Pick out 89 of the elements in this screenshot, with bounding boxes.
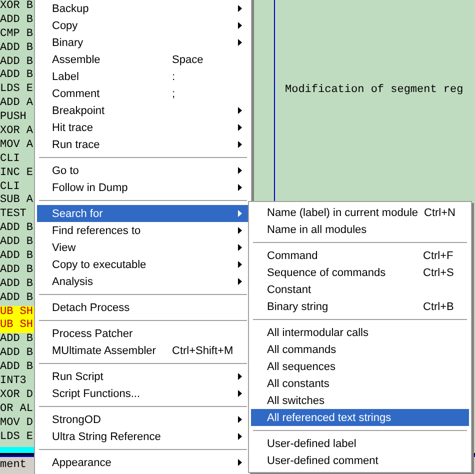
code-line: SUB A: [0, 194, 34, 208]
menu-item[interactable]: Binary string Ctrl+B: [251, 298, 469, 315]
submenu-arrow-icon: [238, 167, 243, 174]
menu-item[interactable]: All intermodular calls: [251, 324, 469, 341]
code-line: LDS E: [0, 430, 34, 444]
code-line: ADD B: [0, 222, 34, 236]
code-line: PUSH: [0, 111, 28, 126]
submenu-arrow-icon: [238, 244, 243, 251]
code-line: XOR B: [0, 0, 34, 14]
code-line: CMP B: [0, 28, 34, 42]
menu-item[interactable]: Appearance: [37, 454, 249, 471]
menu-item[interactable]: MUltimate Assembler Ctrl+Shift+M: [37, 342, 249, 359]
selected-line-highlight: [0, 447, 34, 453]
menu-item[interactable]: Script Functions...: [37, 385, 249, 402]
comment-text: Modification of segment reg: [285, 84, 464, 96]
submenu-arrow-icon: [238, 5, 243, 12]
code-line: MOV D: [0, 416, 34, 431]
menu-item[interactable]: Run Script: [37, 368, 249, 385]
menu-item[interactable]: Name in all modules: [251, 221, 469, 238]
menu-item[interactable]: All referenced text strings: [251, 409, 469, 426]
code-line: CLI: [0, 152, 21, 167]
code-line: OR AL: [0, 402, 34, 417]
menu-item[interactable]: Search for: [37, 205, 249, 222]
menu-item[interactable]: Find references to: [37, 222, 249, 239]
menu-item[interactable]: Binary: [37, 34, 249, 51]
submenu-arrow-icon: [238, 184, 243, 191]
menu-item[interactable]: Label :: [37, 68, 249, 85]
menu-item[interactable]: Follow in Dump: [37, 179, 249, 196]
menu-item[interactable]: Constant: [251, 281, 469, 298]
code-line: ADD B: [0, 56, 34, 70]
menu-item[interactable]: Assemble Space: [37, 51, 249, 68]
menu-item[interactable]: Process Patcher: [37, 325, 249, 342]
status-text: ment: [0, 459, 26, 471]
code-line: INT3: [0, 375, 28, 389]
submenu-arrow-icon: [238, 141, 243, 148]
submenu-arrow-icon: [238, 39, 243, 46]
code-line: LDS E: [0, 83, 34, 98]
menu-item[interactable]: User-defined comment: [251, 452, 469, 469]
code-line: ADD B: [0, 42, 34, 56]
code-line: ADD B: [0, 333, 34, 348]
submenu-arrow-icon: [238, 373, 243, 380]
submenu-arrow-icon: [238, 416, 243, 423]
code-line: ADD B: [0, 250, 34, 264]
code-line: ADD B: [0, 361, 34, 376]
code-line: INC E: [0, 166, 34, 181]
code-line: ADD B: [0, 236, 34, 250]
submenu-arrow-icon: [238, 390, 243, 397]
submenu-arrow-icon: [238, 278, 243, 285]
code-line: ADD B: [0, 14, 34, 28]
menu-item[interactable]: Sequence of commands Ctrl+S: [251, 264, 469, 281]
code-line: XOR A: [0, 125, 34, 139]
menu-item[interactable]: All commands: [251, 341, 469, 358]
code-line: ADD B: [0, 292, 34, 306]
menu-item[interactable]: View: [37, 239, 249, 256]
submenu-arrow-icon: [238, 107, 243, 114]
menu-item[interactable]: Analysis: [37, 273, 249, 290]
code-line: TEST: [0, 208, 28, 222]
menu-item[interactable]: Hit trace: [37, 119, 249, 136]
menu-item[interactable]: StrongOD: [37, 411, 249, 428]
menu-item[interactable]: Copy: [37, 17, 249, 34]
menu-item[interactable]: All switches: [251, 392, 469, 409]
menu-item[interactable]: Backup: [37, 0, 249, 17]
menu-item[interactable]: Breakpoint: [37, 102, 249, 119]
menu-item[interactable]: Ultra String Reference: [37, 428, 249, 445]
code-line: MOV A: [0, 138, 34, 153]
menu-item[interactable]: Name (label) in current module Ctrl+N: [251, 204, 469, 221]
submenu-arrow-icon: [238, 261, 243, 268]
menu-item[interactable]: Copy to executable: [37, 256, 249, 273]
menu-item[interactable]: Comment ;: [37, 85, 249, 102]
submenu-arrow-icon: [238, 459, 243, 466]
code-line: ADD B: [0, 347, 34, 362]
menu-item[interactable]: Command Ctrl+F: [251, 247, 469, 264]
menu-item[interactable]: User-defined label: [251, 435, 469, 452]
menu-item[interactable]: Go to: [37, 162, 249, 179]
menu-item[interactable]: Detach Process: [37, 299, 249, 316]
code-line: ADD B: [0, 278, 34, 292]
code-line: CLI: [0, 180, 21, 194]
code-line: XOR D: [0, 388, 34, 403]
submenu-arrow-icon: [238, 22, 243, 29]
submenu-arrow-icon: [238, 210, 243, 217]
code-line: ADD A: [0, 97, 34, 112]
submenu-arrow-icon: [238, 227, 243, 234]
submenu-arrow-icon: [238, 124, 243, 131]
menu-item[interactable]: Run trace: [37, 136, 249, 153]
code-line: ADD B: [0, 69, 34, 84]
submenu-arrow-icon: [238, 433, 243, 440]
menu-item[interactable]: All sequences: [251, 358, 469, 375]
menu-item[interactable]: All constants: [251, 375, 469, 392]
code-line: ADD B: [0, 264, 34, 278]
